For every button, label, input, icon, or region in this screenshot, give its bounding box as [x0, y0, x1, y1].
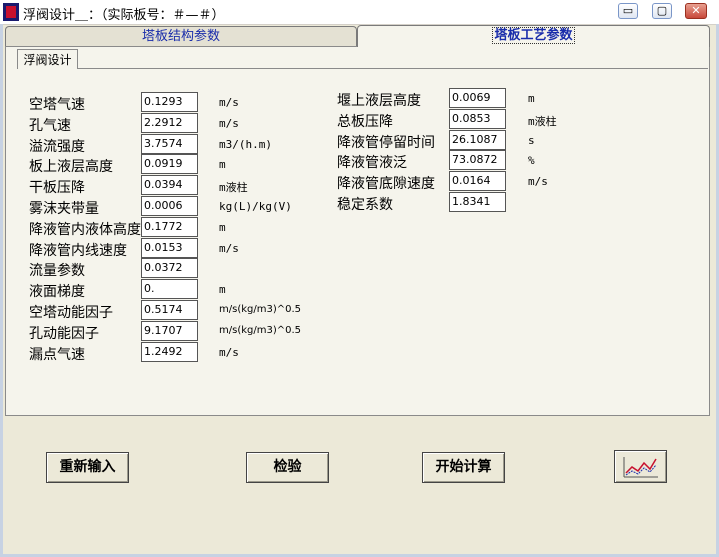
left_params-label: 板上液层高度 — [29, 159, 113, 176]
right_params-label: 降液管停留时间 — [337, 134, 435, 151]
right_params-value-field[interactable]: 0.0069 — [449, 88, 506, 108]
tab-structure-params[interactable]: 塔板结构参数 — [5, 26, 357, 46]
left_params-label: 降液管内线速度 — [29, 242, 127, 259]
check-button[interactable]: 检验 — [246, 452, 329, 483]
left_params-value-field[interactable]: 9.1707 — [141, 320, 198, 341]
left_params-value-field[interactable]: 0.1772 — [141, 216, 198, 237]
left_params-value-field[interactable]: 3.7574 — [141, 133, 198, 154]
left_params-value-field[interactable]: 2.2912 — [141, 112, 198, 133]
window-frame-left — [0, 24, 3, 557]
left_params-unit: m3/(h.m) — [219, 137, 272, 151]
line-chart-icon — [623, 457, 658, 478]
left_params-label: 溢流强度 — [29, 138, 85, 155]
right_params-unit: % — [528, 154, 535, 168]
left_params-unit: m/s — [219, 96, 239, 109]
right_params-unit: m/s — [528, 175, 548, 189]
left_params-value-field[interactable]: 0.0394 — [141, 175, 198, 196]
right_params-label: 稳定系数 — [337, 197, 393, 213]
right_params-unit: m液柱 — [528, 114, 557, 128]
right_params-label: 总板压降 — [337, 113, 393, 130]
left_params-unit: m — [219, 283, 226, 297]
right_params-label: 降液管底隙速度 — [337, 176, 435, 193]
left_params-label: 雾沫夹带量 — [29, 201, 99, 217]
left_params-label: 孔气速 — [29, 117, 71, 134]
left_params-label: 空塔气速 — [29, 97, 85, 113]
left_params-unit: kg(L)/kg(V) — [219, 200, 292, 213]
left_params-label: 干板压降 — [29, 180, 85, 197]
right_params-label: 堰上液层高度 — [337, 93, 421, 109]
start-calc-button[interactable]: 开始计算 — [422, 452, 505, 483]
left_params-label: 液面梯度 — [29, 284, 85, 301]
left_params-unit: m/s(kg/m3)^0.5 — [219, 304, 302, 315]
left_params-value-field[interactable]: 0.5174 — [141, 300, 198, 320]
left_params-unit: m液柱 — [219, 181, 248, 195]
close-button[interactable]: ✕ — [685, 3, 707, 19]
right_params-unit: m — [528, 92, 535, 105]
chart-button[interactable] — [614, 450, 667, 483]
window-title: 浮阀设计＿：（实际板号：＃—＃） — [23, 8, 225, 23]
right_params-value-field[interactable]: 0.0853 — [449, 108, 506, 129]
left_params-value-field[interactable]: 0.1293 — [141, 92, 198, 112]
left_params-label: 漏点气速 — [29, 346, 85, 363]
subtab-divider — [78, 68, 708, 69]
right_params-value-field[interactable]: 26.1087 — [449, 129, 506, 150]
left_params-value-field[interactable]: 0.0006 — [141, 196, 198, 216]
minimize-button[interactable]: ▭ — [618, 3, 638, 19]
app-icon — [3, 3, 19, 21]
left_params-value-field[interactable]: 0. — [141, 279, 198, 300]
right_params-value-field[interactable]: 0.0164 — [449, 171, 506, 192]
right_params-label: 降液管液泛 — [337, 155, 407, 172]
left_params-value-field[interactable]: 1.2492 — [141, 341, 198, 362]
left_params-unit: m — [219, 158, 226, 172]
restore-button[interactable]: ▢ — [652, 3, 672, 19]
left_params-unit: m/s — [219, 345, 239, 359]
left_params-unit: m/s — [219, 241, 239, 255]
left_params-unit: m — [219, 220, 226, 234]
subtab-float-valve[interactable]: 浮阀设计 — [17, 49, 78, 69]
tab-process-params-label: 塔板工艺参数 — [492, 27, 575, 44]
reset-button[interactable]: 重新输入 — [46, 452, 129, 483]
left_params-label: 孔动能因子 — [29, 325, 99, 342]
left_params-unit: m/s(kg/m3)^0.5 — [219, 324, 302, 336]
left_params-value-field[interactable]: 0.0919 — [141, 154, 198, 175]
tab-process-params[interactable]: 塔板工艺参数 — [357, 25, 710, 47]
right_params-value-field[interactable]: 1.8341 — [449, 192, 506, 212]
left_params-value-field[interactable]: 0.0372 — [141, 258, 198, 279]
left_params-unit: m/s — [219, 116, 239, 130]
left_params-label: 流量参数 — [29, 263, 85, 280]
left_params-label: 空塔动能因子 — [29, 305, 113, 321]
left_params-value-field[interactable]: 0.0153 — [141, 237, 198, 258]
right_params-value-field[interactable]: 73.0872 — [449, 150, 506, 171]
right_params-unit: s — [528, 133, 535, 147]
left_params-label: 降液管内液体高度 — [29, 221, 141, 238]
